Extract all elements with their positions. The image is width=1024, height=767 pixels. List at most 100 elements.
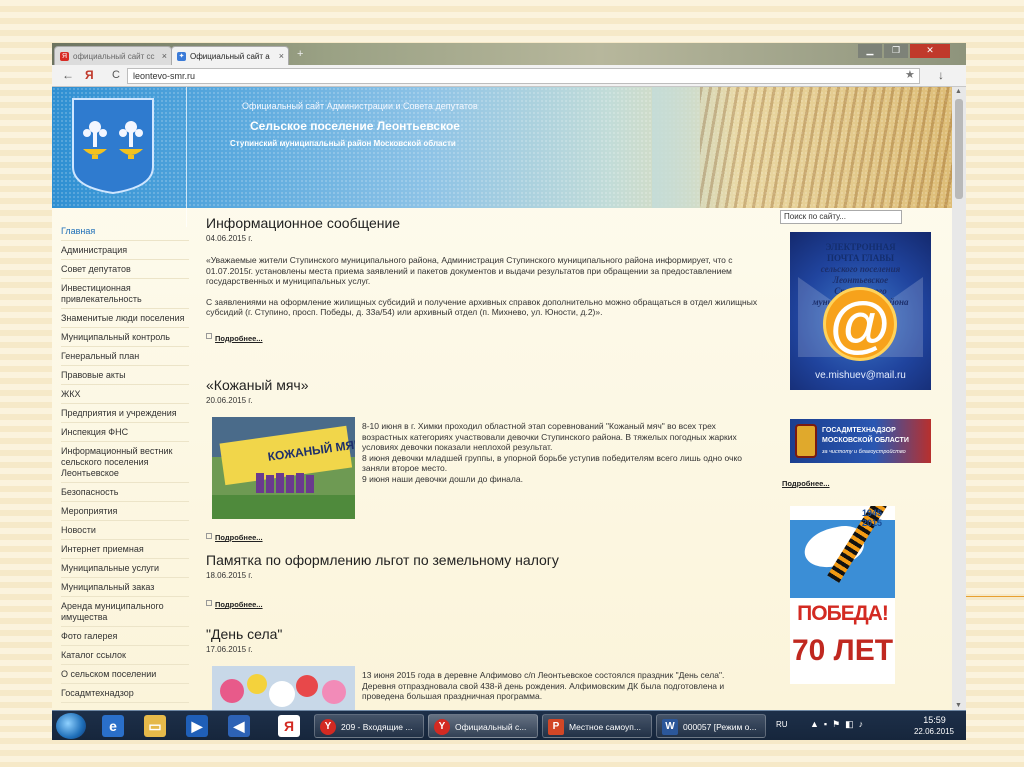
article-text: 8 июня девочки младшей группы, в упорной… <box>362 452 743 474</box>
sidebar-item-tax-inspection[interactable]: Инспекция ФНС <box>61 423 189 442</box>
article: Памятка по оформлению льгот по земельном… <box>206 552 761 612</box>
maximize-button[interactable]: ❐ <box>884 44 908 58</box>
article-body: 8-10 июня в г. Химки проходил областной … <box>362 421 752 484</box>
windows-taskbar: e ▭ ▶ ◀ Я Y 209 - Входящие ... Y Официал… <box>52 710 966 740</box>
article: Информационное сообщение 04.06.2015 г. «… <box>206 215 761 346</box>
sidebar-item-links[interactable]: Каталог ссылок <box>61 646 189 665</box>
sidebar-item-gosadmtekhnadzor[interactable]: Госадмтехнадзор <box>61 684 189 703</box>
media-player-icon[interactable]: ▶ <box>186 715 208 737</box>
article-date: 17.06.2015 г. <box>206 645 253 654</box>
close-window-button[interactable]: ✕ <box>910 44 950 58</box>
more-link[interactable]: Подробнее... <box>215 600 263 609</box>
article-title[interactable]: «Кожаный мяч» <box>206 377 761 393</box>
article-text: С заявлениями на оформление жилищных суб… <box>206 296 758 318</box>
language-indicator[interactable]: RU <box>776 720 788 729</box>
download-icon[interactable]: ↓ <box>938 68 944 82</box>
sidebar-item-events[interactable]: Мероприятия <box>61 502 189 521</box>
victory-day-banner[interactable]: 1945 2015 ПОБЕДА! 70 ЛЕТ <box>790 506 895 684</box>
taskbar-task-word[interactable]: W 000057 [Режим о... <box>656 714 766 738</box>
sidebar-item-investment[interactable]: Инвестиционная привлекательность <box>61 279 189 309</box>
slide-accent-line <box>960 596 1024 597</box>
sidebar-item-bulletin[interactable]: Информационный вестник сельского поселен… <box>61 442 189 483</box>
speaker-icon[interactable]: ◀ <box>228 715 250 737</box>
header-region: Ступинский муниципальный район Московско… <box>230 139 456 148</box>
task-label: 000057 [Режим о... <box>683 722 757 732</box>
article-title[interactable]: "День села" <box>206 626 761 642</box>
reload-icon[interactable]: C <box>112 69 120 81</box>
more-link[interactable]: Подробнее... <box>782 479 830 488</box>
yandex-icon[interactable]: Я <box>278 715 300 737</box>
taskbar-task-mail[interactable]: Y 209 - Входящие ... <box>314 714 424 738</box>
sidebar-item-gallery[interactable]: Фото галерея <box>61 627 189 646</box>
header-subtitle: Официальный сайт Администрации и Совета … <box>242 101 478 111</box>
more-link-row: Подробнее... <box>206 594 761 612</box>
article-title[interactable]: Памятка по оформлению льгот по земельном… <box>206 552 761 568</box>
sidebar-item-enterprises[interactable]: Предприятия и учреждения <box>61 404 189 423</box>
sidebar-item-famous-people[interactable]: Знаменитые люди поселения <box>61 309 189 328</box>
banner-line: ЭЛЕКТРОННАЯ <box>825 242 896 252</box>
article-text: 8-10 июня в г. Химки проходил областной … <box>362 421 737 452</box>
sidebar-item-security[interactable]: Безопасность <box>61 483 189 502</box>
sidebar-item-legal-acts[interactable]: Правовые акты <box>61 366 189 385</box>
year-start: 1945 <box>862 508 883 518</box>
close-tab-icon[interactable]: × <box>162 47 167 65</box>
article: "День села" 17.06.2015 г. 13 июня 2015 г… <box>206 626 761 710</box>
sidebar-item-rent[interactable]: Аренда муниципального имущества <box>61 597 189 627</box>
article-date: 04.06.2015 г. <box>206 234 253 243</box>
article-date: 18.06.2015 г. <box>206 571 253 580</box>
email-banner[interactable]: ЭЛЕКТРОННАЯ ПОЧТА ГЛАВЫ сельского поселе… <box>790 232 931 390</box>
sidebar-item-general-plan[interactable]: Генеральный план <box>61 347 189 366</box>
yandex-home-icon[interactable]: Я <box>85 68 94 82</box>
site-search-input[interactable]: Поиск по сайту... <box>780 210 902 224</box>
task-label: Местное самоуп... <box>569 722 641 732</box>
sidebar-item-reception[interactable]: Интернет приемная <box>61 540 189 559</box>
more-link-row: Подробнее... <box>782 473 830 491</box>
url-input[interactable]: leontevo-smr.ru <box>127 68 920 84</box>
banner-line: ПОЧТА ГЛАВЫ <box>826 253 895 263</box>
scrollbar-thumb[interactable] <box>955 99 963 199</box>
start-button[interactable] <box>56 713 86 739</box>
back-arrow-icon[interactable]: ← <box>62 68 74 82</box>
yandex-browser-icon: Y <box>320 719 336 735</box>
sidebar-item-services[interactable]: Муниципальные услуги <box>61 559 189 578</box>
browser-tab-2[interactable]: ✦ Официальный сайт а × <box>171 46 289 65</box>
year-end: 2015 <box>862 518 883 528</box>
coat-of-arms-icon[interactable] <box>71 97 155 194</box>
sidebar-item-home[interactable]: Главная <box>61 222 189 241</box>
head-email[interactable]: ve.mishuev@mail.ru <box>790 370 931 381</box>
village-day-photo[interactable] <box>212 666 355 710</box>
sidebar-item-housing[interactable]: ЖКХ <box>61 385 189 404</box>
sidebar-item-about[interactable]: О сельском поселении <box>61 665 189 684</box>
clock-date[interactable]: 22.06.2015 <box>908 727 960 736</box>
wheat-image <box>700 87 952 208</box>
article-title[interactable]: Информационное сообщение <box>206 215 761 231</box>
more-link[interactable]: Подробнее... <box>215 334 263 343</box>
sidebar-item-control[interactable]: Муниципальный контроль <box>61 328 189 347</box>
minimize-button[interactable]: ▁ <box>858 44 882 58</box>
scroll-down-icon[interactable]: ▼ <box>955 702 962 709</box>
scroll-up-icon[interactable]: ▲ <box>955 88 962 95</box>
sidebar-item-news[interactable]: Новости <box>61 521 189 540</box>
taskbar-task-powerpoint[interactable]: P Местное самоуп... <box>542 714 652 738</box>
gosadmtekhnadzor-banner[interactable]: ГОСАДМТЕХНАДЗОР МОСКОВСКОЙ ОБЛАСТИ за чи… <box>790 419 931 463</box>
sidebar-item-administration[interactable]: Администрация <box>61 241 189 260</box>
page-scrollbar[interactable]: ▲ ▼ <box>952 87 966 710</box>
football-team-photo[interactable]: КОЖАНЫЙ МЯЧ <box>212 417 355 519</box>
system-tray-icons[interactable]: ▲▪⚑◧♪ <box>810 719 868 730</box>
more-link-row: Подробнее... <box>206 328 761 346</box>
powerpoint-icon: P <box>548 719 564 735</box>
sidebar-item-procurement[interactable]: Муниципальный заказ <box>61 578 189 597</box>
victory-title: ПОБЕДА! <box>797 602 889 625</box>
more-link[interactable]: Подробнее... <box>215 533 263 542</box>
close-tab-icon[interactable]: × <box>279 47 284 65</box>
folder-icon[interactable]: ▭ <box>144 715 166 737</box>
sidebar-item-council[interactable]: Совет депутатов <box>61 260 189 279</box>
bookmark-star-icon[interactable]: ★ <box>905 68 915 81</box>
article-text: «Уважаемые жители Ступинского муниципаль… <box>206 255 733 286</box>
browser-tab-bar: Я официальный сайт сс × ✦ Официальный са… <box>52 43 966 65</box>
browser-tab-1[interactable]: Я официальный сайт сс × <box>54 46 172 65</box>
internet-explorer-icon[interactable]: e <box>102 715 124 737</box>
taskbar-task-site[interactable]: Y Официальный с... <box>428 714 538 738</box>
clock-time[interactable]: 15:59 <box>912 715 957 725</box>
new-tab-button[interactable]: + <box>297 48 303 60</box>
